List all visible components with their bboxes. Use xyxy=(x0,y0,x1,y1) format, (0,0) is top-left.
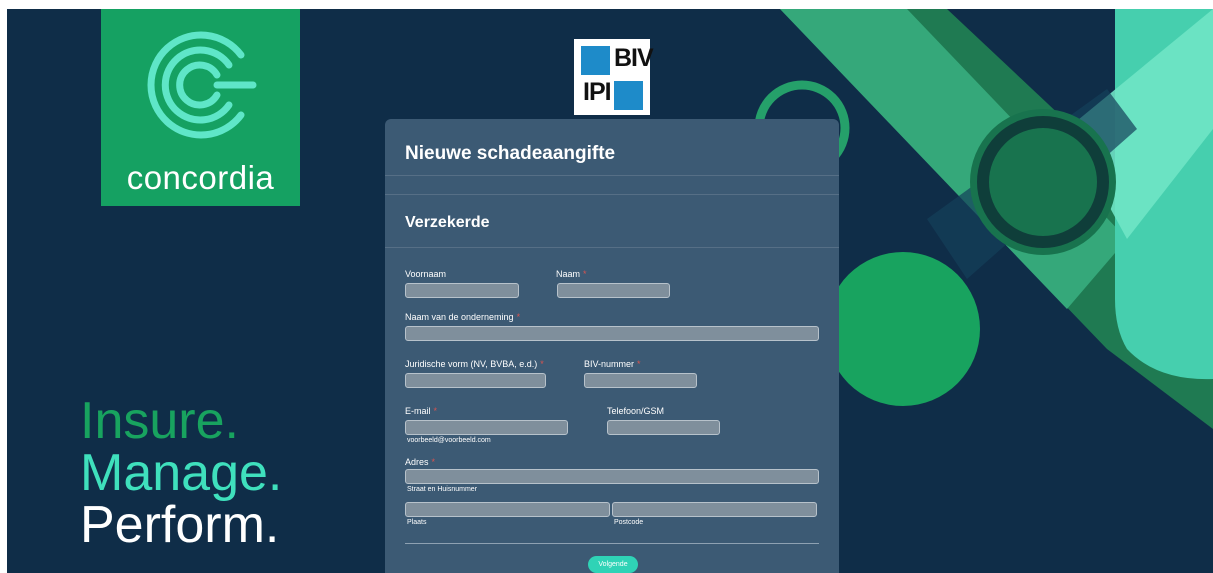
postcode-input[interactable] xyxy=(612,502,817,517)
section-title: Verzekerde xyxy=(405,214,490,231)
biv-nummer-label: BIV-nummer * xyxy=(584,359,641,369)
biv-logo: BIV IPI xyxy=(574,39,654,115)
juridische-vorm-label: Juridische vorm (NV, BVBA, e.d.) * xyxy=(405,359,544,369)
plaats-hint: Plaats xyxy=(407,519,427,526)
telefoon-input[interactable] xyxy=(607,420,720,435)
naam-input[interactable] xyxy=(557,283,670,298)
claim-form: Nieuwe schadeaangifte Verzekerde Voornaa… xyxy=(385,119,839,573)
plaats-input[interactable] xyxy=(405,502,610,517)
form-divider xyxy=(405,543,819,544)
next-button[interactable]: Volgende xyxy=(588,556,638,573)
telefoon-label: Telefoon/GSM xyxy=(607,406,665,416)
voornaam-label: Voornaam xyxy=(405,269,447,279)
voornaam-input[interactable] xyxy=(405,283,519,298)
concordia-symbol-icon xyxy=(147,31,257,139)
page-background: concordia Insure. Manage. Perform. BIV I… xyxy=(7,9,1213,573)
biv-nummer-input[interactable] xyxy=(584,373,697,388)
adres-hint: Straat en Huisnummer xyxy=(407,486,478,493)
juridische-vorm-input[interactable] xyxy=(405,373,546,388)
email-hint: voorbeeld@voorbeeld.com xyxy=(407,437,491,444)
tagline-perform: Perform. xyxy=(80,496,280,554)
adres-label: Adres * xyxy=(405,457,436,467)
tagline-insure: Insure. xyxy=(80,392,239,450)
naam-label: Naam * xyxy=(556,269,587,279)
email-label: E-mail * xyxy=(405,406,438,416)
tagline-manage: Manage. xyxy=(80,444,283,502)
postcode-hint: Postcode xyxy=(614,519,644,526)
onderneming-input[interactable] xyxy=(405,326,819,341)
email-input[interactable] xyxy=(405,420,568,435)
onderneming-label: Naam van de onderneming * xyxy=(405,312,521,322)
deco-green-circle xyxy=(826,252,980,406)
tagline: Insure. Manage. Perform. xyxy=(80,395,282,551)
form-title: Nieuwe schadeaangifte xyxy=(405,143,616,164)
concordia-logo: concordia xyxy=(101,9,300,206)
adres-input[interactable] xyxy=(405,469,819,484)
deco-ring-fill xyxy=(970,109,1116,255)
concordia-wordmark: concordia xyxy=(126,159,275,196)
